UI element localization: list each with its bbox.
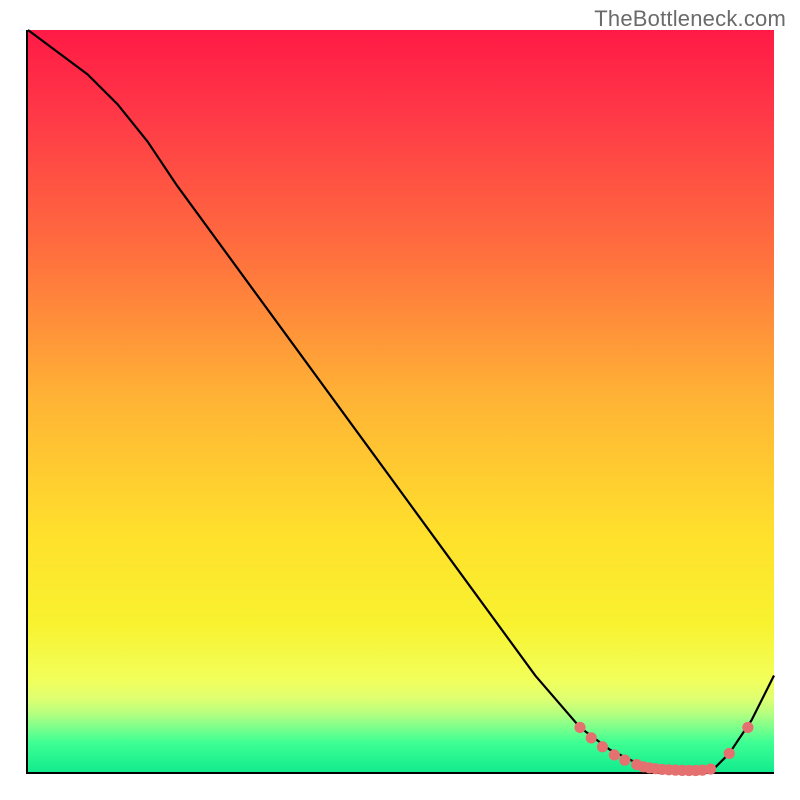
data-marker	[705, 763, 716, 774]
chart-container: TheBottleneck.com	[0, 0, 800, 800]
data-marker	[586, 732, 597, 743]
marker-group	[574, 722, 753, 776]
attribution-label: TheBottleneck.com	[594, 6, 786, 32]
data-marker	[724, 748, 735, 759]
data-marker	[574, 722, 585, 733]
bottleneck-curve-path	[28, 30, 774, 771]
data-marker	[619, 755, 630, 766]
data-marker	[597, 741, 608, 752]
data-marker	[609, 749, 620, 760]
data-marker	[742, 722, 753, 733]
plot-area	[26, 30, 774, 774]
chart-svg	[28, 30, 774, 772]
